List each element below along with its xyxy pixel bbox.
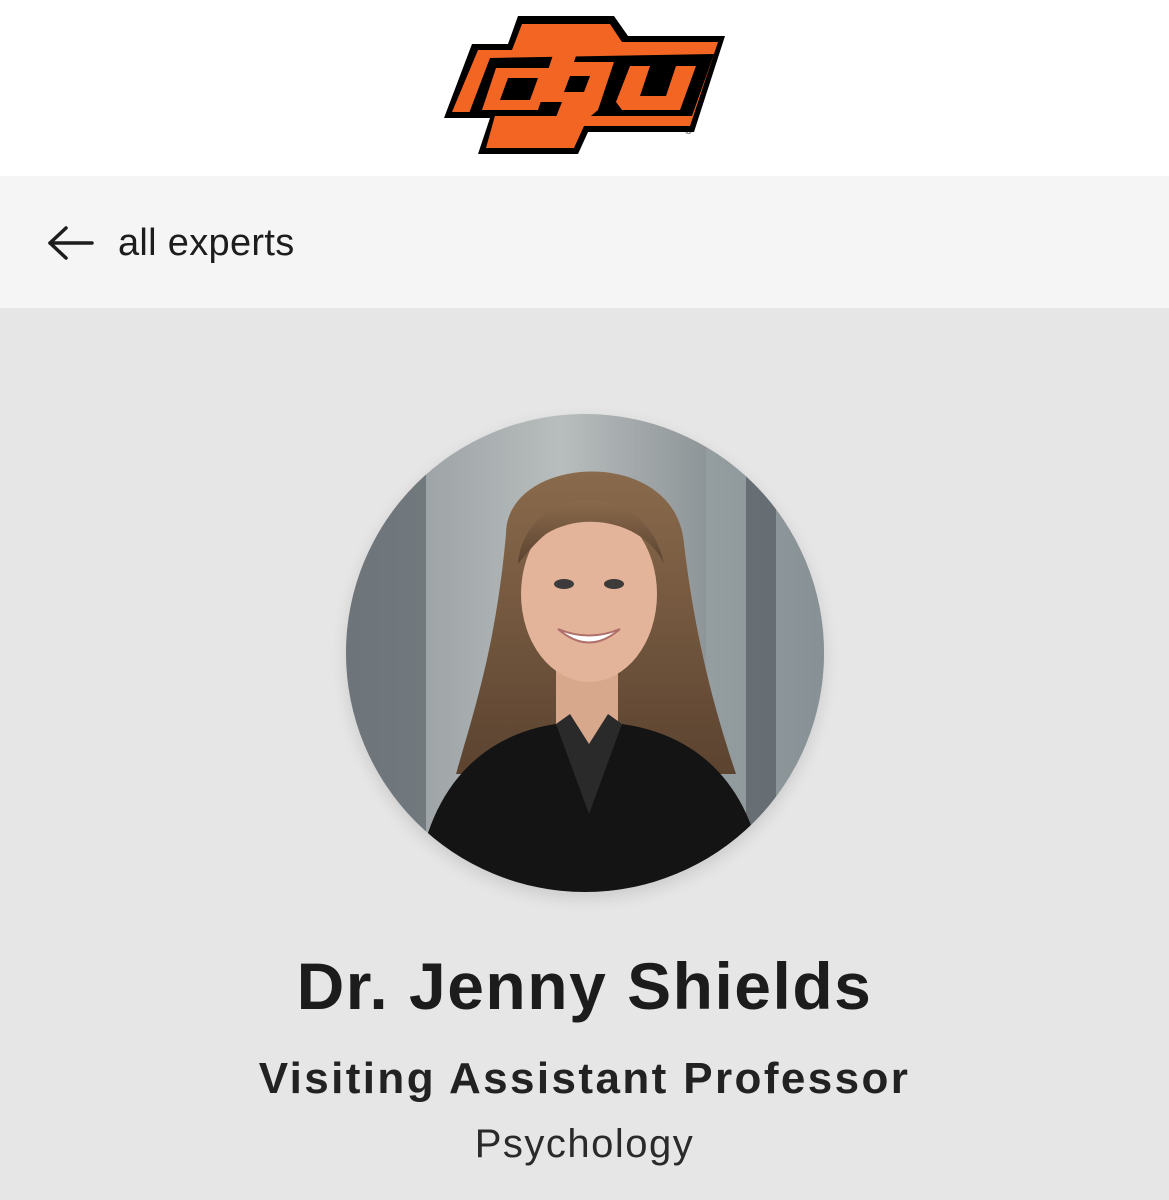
expert-name: Dr. Jenny Shields bbox=[296, 949, 873, 1023]
expert-title: Visiting Assistant Professor bbox=[258, 1054, 911, 1103]
osu-logo[interactable]: ® bbox=[438, 6, 732, 162]
avatar bbox=[346, 414, 824, 892]
back-to-all-experts-link[interactable]: all experts bbox=[44, 218, 295, 268]
back-link-label: all experts bbox=[118, 221, 295, 264]
breadcrumb-bar: all experts bbox=[0, 176, 1169, 308]
expert-department: Psychology bbox=[474, 1122, 695, 1166]
svg-text:®: ® bbox=[684, 127, 693, 137]
arrow-left-icon bbox=[44, 223, 96, 263]
site-header: ® bbox=[0, 0, 1169, 176]
expert-profile: Dr. Jenny Shields Visiting Assistant Pro… bbox=[0, 308, 1169, 1200]
profile-photo bbox=[346, 414, 824, 892]
osu-logo-icon: ® bbox=[444, 16, 725, 154]
